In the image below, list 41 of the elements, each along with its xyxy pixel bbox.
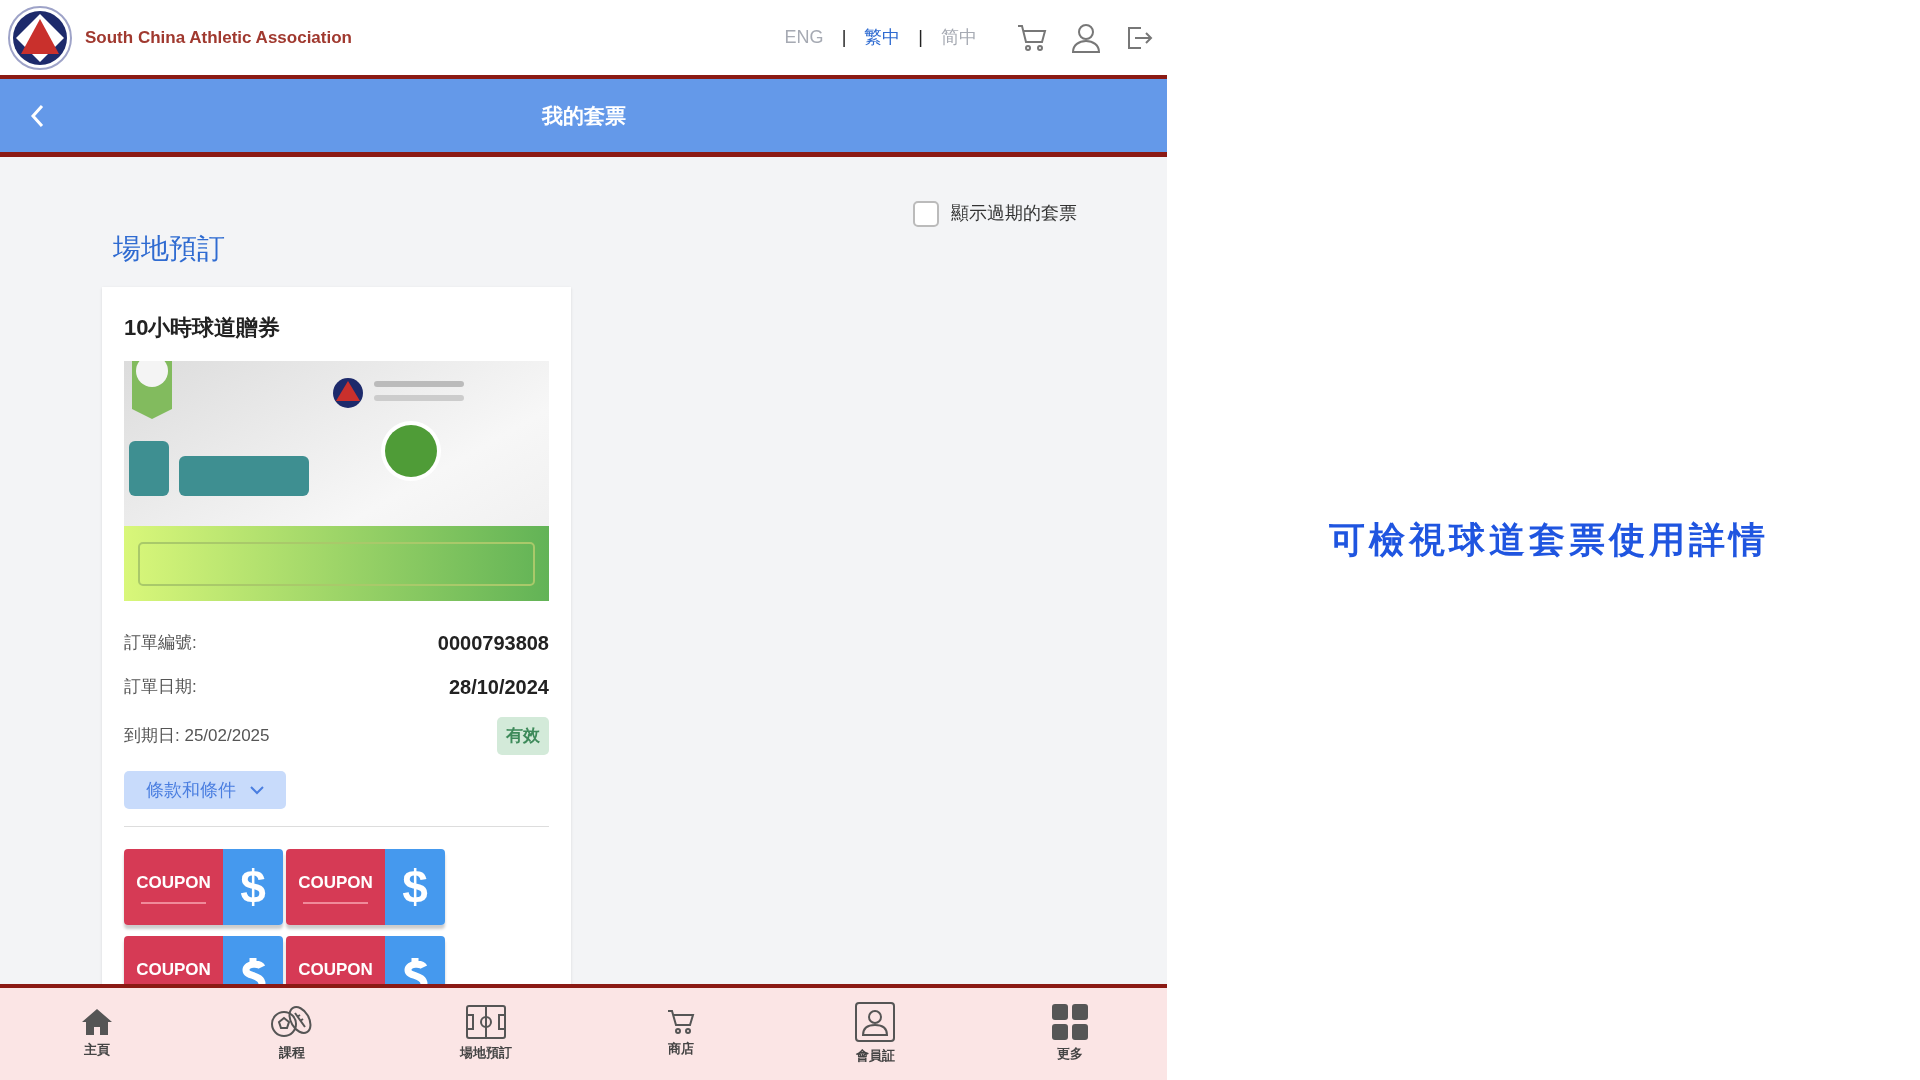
checkbox-label: 顯示過期的套票 <box>951 202 1077 225</box>
section-title: 場地預訂 <box>113 232 225 266</box>
separator: | <box>841 26 847 49</box>
dollar-sign: $ <box>402 864 428 910</box>
voucher-title: 10小時球道贈券 <box>124 314 281 342</box>
back-icon[interactable] <box>30 103 44 128</box>
cart-icon[interactable] <box>1017 23 1047 52</box>
sports-balls-icon <box>269 1005 314 1040</box>
user-icon[interactable] <box>1071 22 1101 53</box>
caption-text: 可檢視球道套票使用詳情 <box>1328 518 1769 562</box>
coupon-label: COUPON <box>298 872 373 895</box>
page-title: 我的套票 <box>541 102 626 129</box>
nav-tab[interactable]: 更多 <box>972 988 1167 1080</box>
coupon-label: COUPON <box>136 959 211 982</box>
field-label: 訂單日期: <box>124 676 197 699</box>
nav-tab[interactable]: 商店 <box>583 988 778 1080</box>
expiry-date: 到期日: 25/02/2025 <box>124 725 270 748</box>
coupon-label: COUPON <box>298 959 373 982</box>
cart-icon <box>666 1009 695 1036</box>
language-option[interactable]: 繁中 <box>864 24 901 51</box>
coupon-label: COUPON <box>136 872 211 895</box>
dollar-sign-icon <box>240 958 266 984</box>
field-icon <box>466 1005 507 1040</box>
checkbox[interactable] <box>913 200 939 227</box>
nav-tab[interactable]: 課程 <box>194 988 389 1080</box>
field-value: 28/10/2024 <box>448 675 549 700</box>
site-title: South China Athletic Association <box>85 26 352 49</box>
home-icon <box>81 1008 114 1037</box>
field-label: 訂單編號: <box>124 632 197 655</box>
dollar-sign: $ <box>240 864 266 910</box>
nav-tab[interactable]: 會員証 <box>778 988 973 1080</box>
separator: | <box>918 26 923 49</box>
member-card-icon <box>855 1002 896 1043</box>
logo-icon <box>8 5 72 70</box>
nav-tab[interactable]: 主頁 <box>0 988 195 1080</box>
status-badge: 有效 <box>497 717 549 755</box>
dollar-sign-icon <box>402 958 428 984</box>
more-grid-icon <box>1051 1004 1088 1041</box>
field-value: 0000793808 <box>437 631 549 656</box>
nav-tab[interactable]: 場地預訂 <box>389 988 584 1080</box>
chevron-down-icon <box>250 785 264 795</box>
